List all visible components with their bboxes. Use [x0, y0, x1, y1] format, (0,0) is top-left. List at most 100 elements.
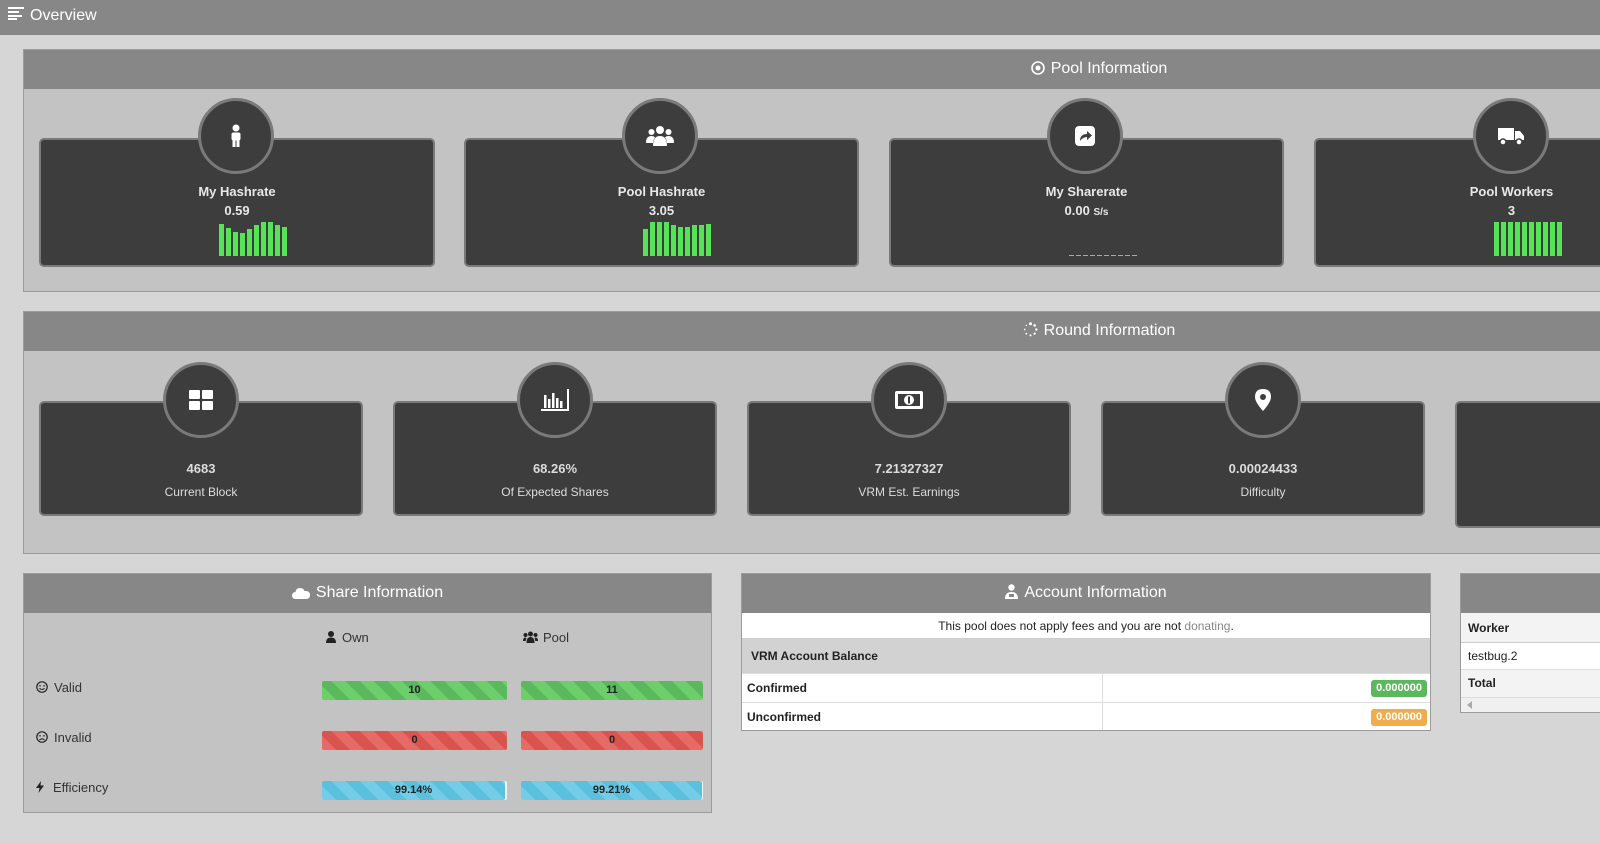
round-label: Of Expected Shares	[501, 485, 609, 499]
sparkline-bar	[692, 225, 697, 256]
worker-total-row: Total	[1461, 670, 1600, 697]
blocks-icon	[189, 390, 213, 410]
truck-icon-circle	[1473, 98, 1549, 174]
unconfirmed-label: Unconfirmed	[747, 710, 822, 724]
scroll-left-icon[interactable]	[1466, 701, 1474, 709]
sparkline-bar	[1125, 255, 1130, 256]
cloud-icon	[291, 588, 310, 599]
round-information-header: Round Information	[24, 312, 1600, 351]
sparkline-bar	[706, 224, 711, 256]
sparkline	[1494, 220, 1562, 256]
share-information-panel: Share Information Own Pool Valid Invalid…	[23, 573, 712, 813]
sparkline-bar	[268, 222, 273, 256]
unconfirmed-badge: 0.000000	[1371, 709, 1427, 726]
worker-row: testbug.2	[1461, 643, 1600, 670]
pool-information-title: Pool Information	[1050, 60, 1168, 77]
pool-column-header: Pool	[523, 630, 569, 645]
round-label: Current Block	[164, 485, 238, 499]
sparkline-bar	[1508, 222, 1513, 256]
sparkline-bar	[1529, 222, 1534, 256]
efficiency-own-track: 99.14%	[322, 781, 507, 800]
bolt-icon	[36, 781, 44, 793]
valid-pool-bar: 11	[521, 681, 703, 700]
sparkline-bar	[1494, 222, 1499, 256]
sparkline-bar	[226, 228, 231, 256]
pool-information-panel: Pool Information My Hashrate 0.59 Pool H…	[23, 49, 1600, 292]
sparkline-bar	[650, 222, 655, 256]
sparkline-bar	[643, 229, 648, 256]
sparkline-bar	[685, 227, 690, 256]
stat-title: My Hashrate	[198, 184, 276, 199]
account-information-header: Account Information	[742, 574, 1430, 613]
sparkline-bar	[657, 222, 662, 256]
map-marker-icon	[1255, 389, 1271, 411]
round-label: VRM Est. Earnings	[858, 485, 960, 499]
user-icon	[326, 631, 336, 643]
confirmed-badge: 0.000000	[1371, 680, 1427, 697]
sparkline	[643, 220, 711, 256]
worker-column-header: Worker	[1461, 613, 1600, 643]
workers-panel: Worker testbug.2 Total	[1460, 573, 1600, 713]
users-icon	[523, 631, 538, 643]
account-information-title: Account Information	[1024, 584, 1167, 601]
sparkline-bar	[1522, 222, 1527, 256]
sparkline-bar	[1118, 255, 1123, 256]
sparkline-bar	[1550, 222, 1555, 256]
share-icon	[1075, 126, 1095, 146]
blocks-icon-circle	[163, 362, 239, 438]
round-label: Difficulty	[1240, 485, 1286, 499]
round-information-title: Round Information	[1043, 322, 1176, 339]
unconfirmed-row: Unconfirmed 0.000000	[742, 702, 1430, 730]
sparkline-bar	[1111, 255, 1116, 256]
sparkline-bar	[282, 227, 287, 256]
bar-chart-icon	[541, 389, 569, 411]
bar-chart-icon-circle	[517, 362, 593, 438]
sparkline	[1069, 220, 1137, 256]
stat-title: Pool Workers	[1469, 184, 1554, 199]
sparkline-bar	[1536, 222, 1541, 256]
stat-value: 3	[1507, 203, 1516, 218]
sparkline-bar	[1069, 255, 1074, 256]
efficiency-own-bar: 99.14%	[322, 781, 505, 800]
stat-title: Pool Hashrate	[617, 184, 706, 199]
valid-own-bar: 10	[322, 681, 507, 700]
sparkline-bar	[1076, 255, 1081, 256]
sparkline-bar	[678, 227, 683, 256]
efficiency-pool-bar: 99.21%	[521, 781, 702, 800]
share-icon-circle	[1047, 98, 1123, 174]
valid-row-label: Valid	[36, 680, 82, 695]
confirmed-row: Confirmed 0.000000	[742, 673, 1430, 702]
sparkline-bar	[1097, 255, 1102, 256]
workers-header-bar	[1461, 574, 1600, 613]
users-icon	[646, 126, 674, 146]
sparkline-bar	[247, 229, 252, 256]
pool-workers-card: Pool Workers 3	[1314, 138, 1600, 267]
confirmed-label: Confirmed	[747, 681, 807, 695]
pool-information-header: Pool Information	[24, 50, 1600, 89]
round-value: 0.00024433	[1228, 461, 1298, 476]
sparkline-bar	[1543, 222, 1548, 256]
sparkline	[219, 220, 287, 256]
sparkline-bar	[1083, 255, 1088, 256]
user-icon-circle	[198, 98, 274, 174]
sparkline-bar	[275, 225, 280, 256]
target-icon	[1030, 61, 1045, 75]
sparkline-bar	[1501, 222, 1506, 256]
money-icon	[895, 391, 923, 409]
sparkline-bar	[233, 232, 238, 256]
money-icon-circle	[871, 362, 947, 438]
sparkline-bar	[1132, 255, 1137, 256]
sparkline-bar	[1104, 255, 1109, 256]
fee-note: This pool does not apply fees and you ar…	[742, 613, 1430, 639]
round-value: 4683	[186, 461, 216, 476]
users-icon-circle	[622, 98, 698, 174]
round-value: 7.21327327	[874, 461, 944, 476]
round-information-panel: Round Information 4683 Current Block 68.…	[23, 311, 1600, 554]
sparkline-bar	[1515, 222, 1520, 256]
efficiency-row-label: Efficiency	[36, 780, 108, 795]
donating-link[interactable]: donating	[1184, 619, 1230, 633]
sparkline-bar	[219, 224, 224, 256]
sparkline-bar	[254, 225, 259, 256]
sparkline-bar	[699, 225, 704, 256]
horizontal-scrollbar[interactable]	[1461, 697, 1600, 712]
